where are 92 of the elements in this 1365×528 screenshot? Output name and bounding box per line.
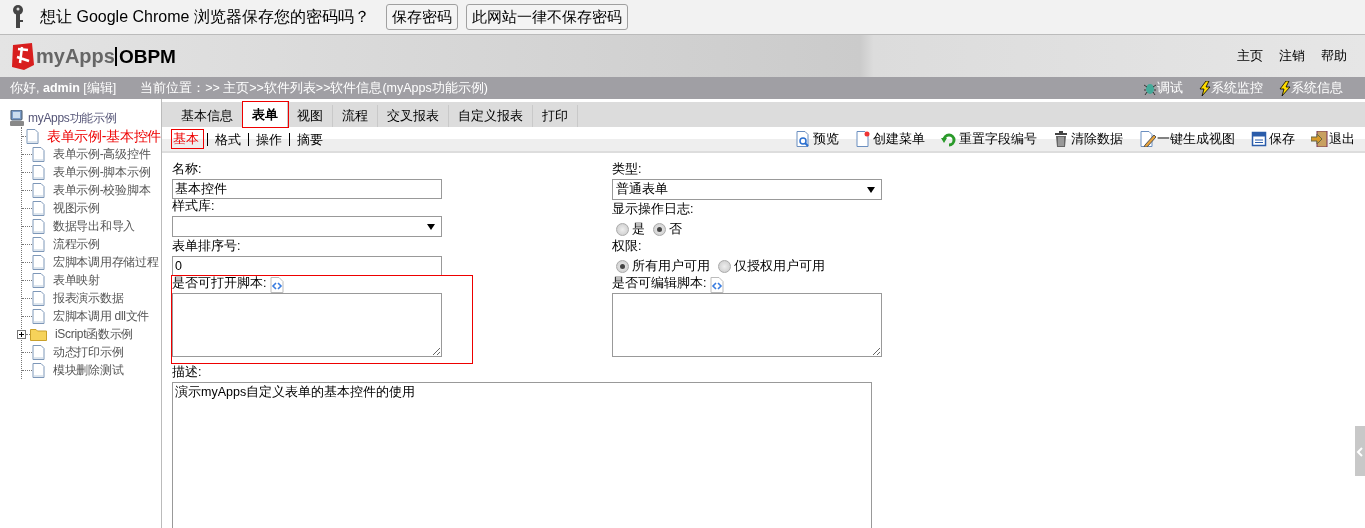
save-icon (1251, 131, 1268, 147)
toolbar-button[interactable]: 保存 (1251, 131, 1295, 147)
field-label: 是否可编辑脚本: (612, 276, 707, 292)
nav-link[interactable]: 帮助 (1321, 48, 1347, 64)
field-label: 表单排序号: (172, 239, 241, 255)
radio-button[interactable] (616, 259, 629, 273)
logo-icon (10, 41, 36, 71)
sub-tab[interactable]: 操作 (248, 132, 289, 146)
save-password-button[interactable]: 此网站一律不保存密码 (465, 4, 628, 30)
exit-icon (1311, 131, 1328, 147)
dropdown-arrow-icon (867, 186, 875, 193)
tree-item[interactable]: 报表演示数据 (53, 290, 124, 306)
document-icon (32, 200, 45, 216)
edit-icon (1139, 131, 1156, 147)
radio-option[interactable]: 仅授权用户可用 (718, 256, 825, 276)
field-label: 样式库: (172, 199, 215, 215)
text-area[interactable] (612, 293, 882, 357)
text-field[interactable]: 基本控件 (172, 179, 442, 199)
field-label: 权限: (612, 239, 642, 255)
toolbar-button[interactable]: 一键生成视图 (1139, 131, 1235, 147)
tree-item[interactable]: 模块删除测试 (53, 362, 124, 378)
document-icon (32, 344, 45, 360)
tree-item[interactable]: 流程示例 (53, 236, 100, 252)
collapse-handle[interactable] (1355, 426, 1365, 476)
toolbar-button[interactable]: 创建菜单 (855, 131, 925, 147)
document-icon (32, 236, 45, 252)
toolbar-button[interactable]: 预览 (795, 131, 839, 147)
toolbar-button[interactable]: 重置字段编号 (941, 131, 1037, 147)
computer-icon (10, 109, 24, 127)
toolbar-button[interactable]: 清除数据 (1053, 131, 1123, 147)
field-label: 是否可打开脚本: (172, 276, 267, 292)
radio-button[interactable] (653, 222, 666, 236)
tree-item[interactable]: 表单示例-脚本示例 (53, 164, 151, 180)
greeting-text: 你好, admin [编辑] (10, 80, 117, 96)
document-icon (855, 131, 872, 147)
radio-button[interactable] (616, 222, 629, 236)
toolbar-button[interactable]: 退出 (1311, 131, 1355, 147)
tree-item[interactable]: 表单示例-高级控件 (53, 146, 151, 162)
expand-icon[interactable] (17, 329, 26, 339)
trash-icon (1053, 131, 1070, 147)
bug-icon (1143, 81, 1157, 95)
key-icon (12, 5, 24, 29)
document-icon (32, 308, 45, 324)
field-label: 类型: (612, 162, 642, 178)
field-label: 名称: (172, 162, 202, 178)
document-icon (32, 164, 45, 180)
lightning-icon (1199, 80, 1211, 96)
document-icon (32, 362, 45, 378)
radio-option[interactable]: 所有用户可用 (616, 256, 710, 276)
folder-icon (30, 327, 47, 341)
logo-text: OBPM (114, 46, 176, 66)
tree-item[interactable]: iScript函数示例 (55, 326, 134, 342)
logo-text: myApps (36, 44, 115, 68)
tree-item[interactable]: 表单示例-校验脚本 (53, 182, 151, 198)
refresh-icon (941, 131, 958, 147)
breadcrumb-text: 当前位置：>> 主页>>软件列表>>软件信息(myApps功能示例) (140, 80, 488, 96)
tree-item[interactable]: myApps功能示例 (28, 110, 117, 126)
tree-item[interactable]: 宏脚本调用存储过程 (53, 254, 159, 270)
document-icon (32, 218, 45, 234)
document-icon (32, 290, 45, 306)
document-icon (32, 254, 45, 270)
radio-option[interactable]: 否 (653, 219, 682, 239)
radio-option[interactable]: 是 (616, 219, 645, 239)
tree-item[interactable]: 动态打印示例 (53, 344, 124, 360)
lightning-icon (1279, 80, 1291, 96)
description-area[interactable]: 演示myApps自定义表单的基本控件的使用 (172, 382, 872, 528)
tree-item[interactable]: 表单映射 (53, 272, 100, 288)
sub-tab[interactable]: 摘要 (289, 132, 330, 146)
radio-button[interactable] (718, 259, 731, 273)
sub-tab[interactable]: 基本 (172, 130, 203, 148)
document-icon (32, 272, 45, 288)
chevron-left-icon (1356, 446, 1364, 457)
dropdown-field[interactable] (172, 216, 442, 237)
text-area[interactable] (172, 293, 442, 357)
field-label: 显示操作日志: (612, 202, 694, 218)
tree-item[interactable]: 宏脚本调用 dll文件 (53, 308, 150, 324)
dropdown-field[interactable]: 普通表单 (612, 179, 882, 200)
nav-link[interactable]: 主页 (1237, 48, 1263, 64)
dropdown-arrow-icon (427, 223, 435, 230)
tree-item[interactable]: 数据导出和导入 (53, 218, 135, 234)
tree-item[interactable]: 视图示例 (53, 200, 100, 216)
preview-icon (795, 131, 812, 147)
prompt-text: 想让 Google Chrome 浏览器保存您的密码吗？ (40, 7, 370, 27)
nav-link[interactable]: 注销 (1279, 48, 1305, 64)
tab[interactable]: 表单 (243, 102, 288, 127)
sub-tab[interactable]: 格式 (207, 132, 248, 146)
field-label: 描述: (172, 365, 203, 381)
document-icon (32, 146, 45, 162)
document-icon (26, 128, 40, 144)
tree-item[interactable]: 表单示例-基本控件 (47, 127, 161, 145)
save-password-button[interactable]: 保存密码 (385, 4, 458, 30)
document-icon (32, 182, 45, 198)
